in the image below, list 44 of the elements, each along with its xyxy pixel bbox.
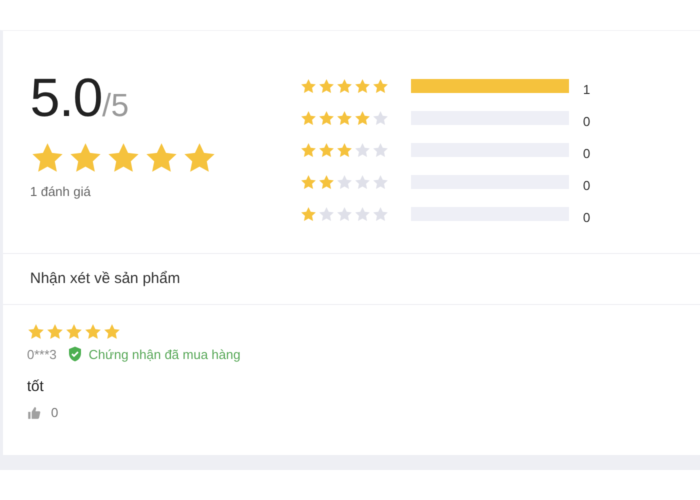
review-count: 1 đánh giá — [30, 184, 92, 199]
star-icon — [354, 206, 371, 222]
star-icon — [336, 174, 353, 190]
rating-count: 0 — [583, 146, 590, 160]
reviewer-name: 0***3 — [27, 346, 57, 362]
star-icon — [354, 142, 371, 158]
star-icon — [84, 323, 102, 341]
star-icon — [103, 323, 121, 341]
star-icon — [354, 174, 371, 190]
star-icon — [300, 110, 317, 126]
star-icon — [372, 174, 389, 190]
section-heading: Nhận xét về sản phẩm — [3, 254, 700, 305]
star-icon — [318, 110, 335, 126]
star-icon — [318, 174, 335, 190]
rating-count: 0 — [583, 114, 590, 128]
star-icon — [65, 323, 83, 341]
star-icon — [372, 142, 389, 158]
star-icon — [354, 78, 371, 94]
star-icon — [300, 142, 317, 158]
average-score: 5.0 — [30, 71, 102, 125]
max-score: /5 — [102, 87, 129, 124]
star-icon — [336, 142, 353, 158]
star-icon — [300, 78, 317, 94]
star-icon — [27, 323, 45, 341]
star-icon — [318, 206, 335, 222]
star-icon — [318, 142, 335, 158]
review-text: tốt — [27, 378, 45, 395]
rating-count: 0 — [583, 210, 590, 224]
verified-label: Chứng nhận đã mua hàng — [88, 346, 240, 362]
star-icon — [318, 78, 335, 94]
rating-count: 0 — [583, 178, 590, 192]
star-icon — [300, 206, 317, 222]
star-icon — [372, 206, 389, 222]
star-icon — [372, 78, 389, 94]
star-icon — [300, 174, 317, 190]
star-icon — [46, 323, 64, 341]
like-count: 0 — [51, 405, 58, 420]
star-icon — [372, 110, 389, 126]
thumbs-up-icon[interactable] — [27, 406, 41, 420]
star-icon — [336, 206, 353, 222]
star-icon — [336, 110, 353, 126]
star-icon — [354, 110, 371, 126]
star-icon — [336, 78, 353, 94]
rating-count: 1 — [583, 82, 590, 96]
